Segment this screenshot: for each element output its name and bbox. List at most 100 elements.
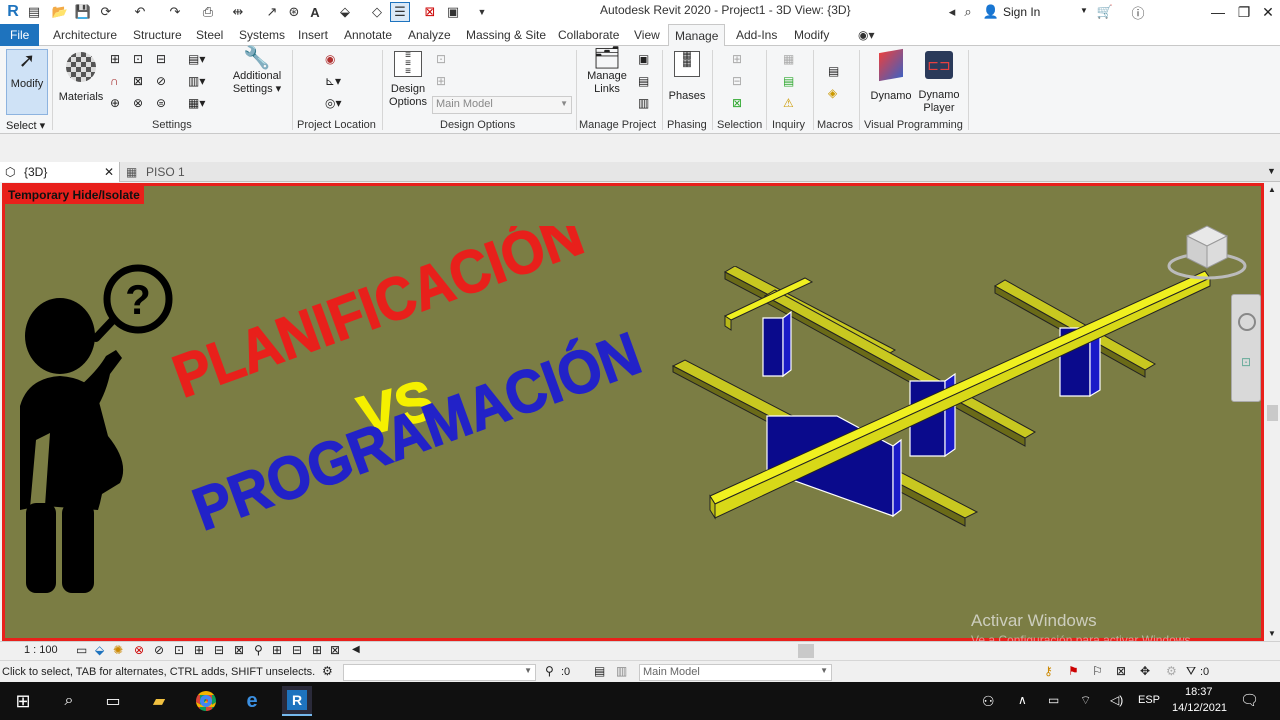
close-icon[interactable]: ✕ <box>104 162 114 182</box>
close-button[interactable]: ✕ <box>1254 0 1280 24</box>
view-tab-3d[interactable]: ⬡ {3D} ✕ <box>0 162 120 182</box>
print-icon[interactable]: ⎙ <box>198 2 218 22</box>
tab-view[interactable]: View <box>628 24 666 46</box>
clock-time[interactable]: 18:37 <box>1185 686 1213 698</box>
view-tab-piso-1[interactable]: ▦ PISO 1 <box>122 162 232 182</box>
design-options-button[interactable]: ≡ ≡ ≡ Design Options <box>386 49 430 109</box>
tab-steel[interactable]: Steel <box>190 24 229 46</box>
binoculars-icon[interactable]: ⌕ <box>958 2 978 22</box>
clock-date[interactable]: 14/12/2021 <box>1172 702 1227 714</box>
tab-modify[interactable]: Modify <box>788 24 835 46</box>
thin-lines-icon[interactable]: ☰ <box>390 2 410 22</box>
warnings-icon[interactable]: ⚠ <box>783 96 799 112</box>
text-icon[interactable]: A <box>305 2 325 22</box>
save-selection-icon[interactable]: ⊞ <box>732 52 748 68</box>
render-icon[interactable]: ⊘ <box>154 643 164 657</box>
design-option-dropdown[interactable]: Main Model ▼ <box>639 664 832 681</box>
macro-security-icon[interactable]: ◈ <box>828 86 844 102</box>
dynamo-button[interactable]: Dynamo <box>866 48 916 103</box>
location-globe-icon[interactable]: ◉ <box>325 52 341 68</box>
select-links-icon[interactable]: ⚷ <box>1044 664 1053 678</box>
main-model-dropdown[interactable]: Main Model ▼ <box>432 96 572 114</box>
notifications-icon[interactable]: 🗨 <box>1240 691 1259 709</box>
background-process-icon[interactable]: ⚙ <box>1166 664 1177 678</box>
open-icon[interactable]: 📂 <box>50 2 70 22</box>
dimension-icon[interactable]: ↗ <box>262 2 282 22</box>
select-by-face-icon[interactable]: ⊠ <box>1116 664 1126 678</box>
reveal-hidden-icon[interactable]: ⚲ <box>254 643 263 657</box>
global-params-icon[interactable]: ⊗ <box>133 96 149 112</box>
coordinates-icon[interactable]: ⊾▾ <box>325 74 351 90</box>
people-icon[interactable]: ⚇ <box>982 693 995 710</box>
project-units-icon[interactable]: ⊘ <box>156 74 172 90</box>
show-hidden-icons[interactable]: ∧ <box>1018 693 1027 707</box>
input-language[interactable]: ESP <box>1138 694 1160 706</box>
structural-settings-icon[interactable]: ▤▾ <box>188 52 216 68</box>
select-underlay-icon[interactable]: ⚑ <box>1068 664 1079 678</box>
worksharing-icon[interactable]: ⊞ <box>272 643 282 657</box>
purge-icon[interactable]: ⊠ <box>133 74 149 90</box>
project-params-icon[interactable]: ⊜ <box>156 96 172 112</box>
3d-view-icon[interactable]: ⬙ <box>335 2 355 22</box>
measure-icon[interactable]: ⇹ <box>228 2 248 22</box>
project-info-icon[interactable]: ⊟ <box>156 52 172 68</box>
network-icon[interactable]: ⌔ <box>1080 693 1091 708</box>
snaps-icon[interactable]: ⊡ <box>133 52 149 68</box>
visual-style-icon[interactable]: ⬙ <box>95 643 104 657</box>
ribbon-options-icon[interactable]: ◉▾ <box>852 24 881 46</box>
manage-images-icon[interactable]: ▣ <box>638 52 654 68</box>
tab-manage[interactable]: Manage <box>668 24 726 47</box>
edit-selection-icon[interactable]: ⊠ <box>732 96 748 112</box>
drag-elements-icon[interactable]: ✥ <box>1140 664 1150 678</box>
section-icon[interactable]: ◇ <box>367 2 387 22</box>
panel-schedule-icon[interactable]: ▦▾ <box>188 96 216 112</box>
cart-icon[interactable]: 🛒 <box>1095 2 1115 22</box>
shared-params-icon[interactable]: ⊕ <box>110 96 126 112</box>
transfer-standards-icon[interactable]: ∩ <box>110 74 126 90</box>
analytical-model-icon[interactable]: ⊠ <box>330 643 340 657</box>
decal-types-icon[interactable]: ▥ <box>638 96 654 112</box>
scroll-left-icon[interactable]: ◀ <box>352 644 360 655</box>
3d-viewport[interactable]: Temporary Hide/Isolate ? PLANIFICACIÓN V… <box>2 183 1264 641</box>
materials-button[interactable]: Materials <box>57 49 105 104</box>
position-icon[interactable]: ◎▾ <box>325 96 351 112</box>
unlock-view-icon[interactable]: ⊟ <box>214 643 224 657</box>
customize-qat-icon[interactable]: ▼ <box>472 2 492 22</box>
phases-button[interactable]: ▦ ▦ Phases <box>665 49 709 103</box>
volume-icon[interactable]: ◁) <box>1110 693 1123 707</box>
scroll-thumb[interactable] <box>1267 405 1278 421</box>
vertical-scrollbar[interactable]: ▲ ▼ <box>1265 183 1280 641</box>
exclude-options-icon[interactable]: ▥ <box>616 664 627 678</box>
view-cube-icon[interactable] <box>1165 216 1249 286</box>
show-crop-icon[interactable]: ⊞ <box>194 643 204 657</box>
crop-view-icon[interactable]: ⊡ <box>174 643 184 657</box>
detail-level-icon[interactable]: ▭ <box>76 643 87 657</box>
editable-only-icon[interactable]: ⚲ <box>545 664 554 678</box>
select-by-id-icon[interactable]: ▤ <box>783 74 799 90</box>
chrome-icon[interactable] <box>191 686 221 716</box>
zoom-region-icon[interactable]: ⊡ <box>1241 355 1251 369</box>
switch-windows-icon[interactable]: ▣ <box>443 2 463 22</box>
revit-taskbar-icon[interactable]: R <box>282 686 312 716</box>
macro-manager-icon[interactable]: ▤ <box>828 64 844 80</box>
modify-button[interactable]: ➚ Modify <box>6 49 48 115</box>
shadows-icon[interactable]: ⊗ <box>134 643 144 657</box>
dynamo-player-button[interactable]: ⊏⊐ Dynamo Player <box>914 49 964 115</box>
close-hidden-icon[interactable]: ⊠ <box>420 2 440 22</box>
load-selection-icon[interactable]: ⊟ <box>732 74 748 90</box>
pick-to-edit-icon[interactable]: ⊡ <box>436 52 452 68</box>
select-pinned-icon[interactable]: ⚐ <box>1092 664 1103 678</box>
redo-icon[interactable]: ↷ <box>165 2 185 22</box>
temp-hide-icon[interactable]: ⊠ <box>234 643 244 657</box>
workset-dropdown[interactable]: ▼ <box>343 664 536 681</box>
save-icon[interactable]: 💾 <box>73 2 93 22</box>
help-icon[interactable]: ⓘ <box>1128 2 1148 22</box>
tab-file[interactable]: File <box>0 24 40 46</box>
filter-icon[interactable]: ⛛ <box>1186 664 1196 679</box>
steering-wheel-icon[interactable] <box>1238 313 1256 331</box>
tab-architecture[interactable]: Architecture <box>47 24 123 46</box>
revit-logo-icon[interactable]: R <box>3 2 23 22</box>
edge-icon[interactable]: e <box>237 686 267 716</box>
horizontal-scroll-thumb[interactable] <box>798 644 814 658</box>
starting-view-icon[interactable]: ▤ <box>638 74 654 90</box>
